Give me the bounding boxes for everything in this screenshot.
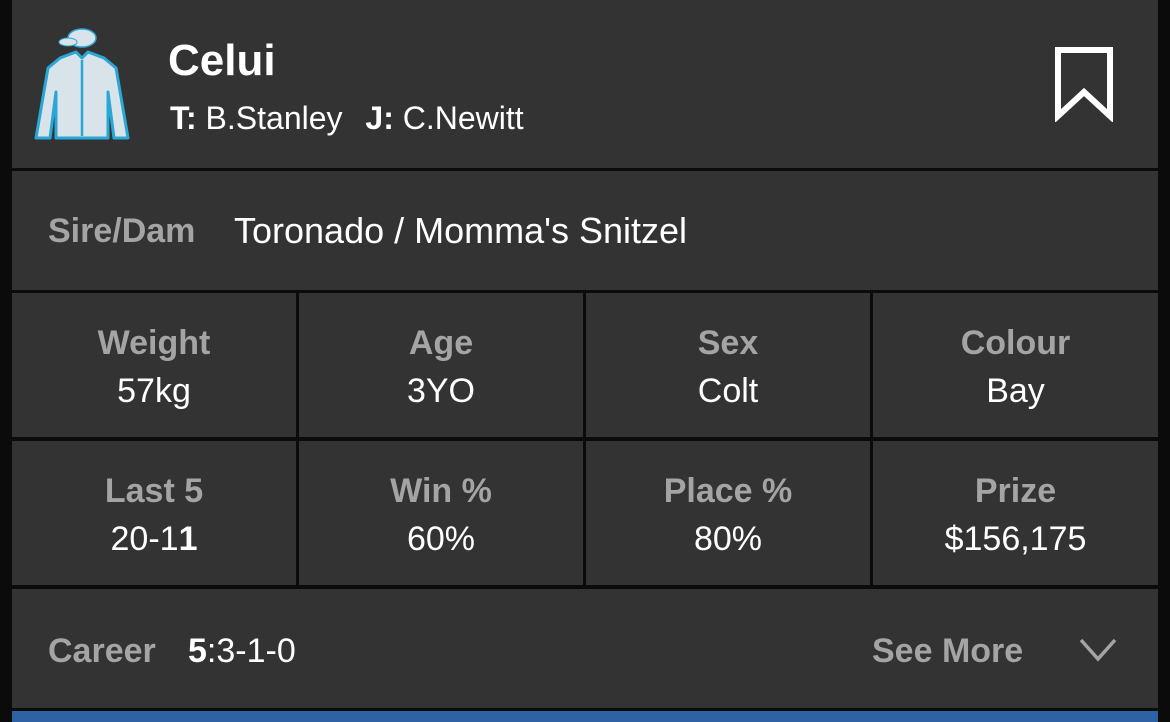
stat-value: 20-11 — [12, 519, 296, 559]
stat-label: Prize — [974, 472, 1057, 510]
connections: T: B.Stanley J: C.Newitt — [170, 98, 538, 138]
jockey-silks-icon — [34, 28, 130, 140]
stat-label: Colour — [960, 324, 1071, 362]
stat-age: Age 3YO — [299, 293, 583, 437]
stat-label: Place % — [663, 472, 793, 510]
career-placings: :3-1-0 — [206, 632, 296, 670]
stat-value: $156,175 — [944, 520, 1087, 558]
stat-value: 60% — [406, 520, 476, 558]
stat-prize: Prize $156,175 — [873, 441, 1158, 585]
stat-weight: Weight 57kg — [12, 293, 296, 437]
stat-value: 57kg — [117, 372, 191, 410]
horse-card: Celui T: B.Stanley J: C.Newitt Sire/Dam … — [12, 0, 1158, 722]
last-5-form: 20-1 — [110, 520, 179, 558]
last-5-latest: 1 — [178, 520, 198, 558]
accent-bar — [12, 711, 1158, 722]
stat-label: Win % — [390, 472, 492, 510]
career-starts: 5 — [188, 632, 207, 670]
stat-value: 3YO — [406, 372, 476, 410]
stat-win-percent: Win % 60% — [299, 441, 583, 585]
stat-place-percent: Place % 80% — [586, 441, 870, 585]
stat-label: Weight — [97, 324, 211, 362]
pedigree-value: Toronado / Momma's Snitzel — [234, 210, 688, 251]
stat-label: Sex — [697, 324, 759, 362]
stat-label: Age — [408, 324, 474, 362]
bookmark-icon[interactable] — [1052, 46, 1116, 122]
stat-colour: Colour Bay — [873, 293, 1158, 437]
stat-value: Colt — [697, 372, 759, 410]
pedigree-label: Sire/Dam — [48, 212, 196, 250]
stat-value: Bay — [986, 372, 1045, 410]
stat-value: 80% — [693, 520, 763, 558]
jockey-label: J: — [365, 100, 394, 136]
see-more-button[interactable]: See More — [872, 619, 1142, 683]
career-record: 5:3-1-0 — [188, 631, 296, 671]
trainer-name: B.Stanley — [205, 100, 343, 136]
see-more-label: See More — [872, 632, 1024, 670]
horse-name: Celui — [168, 36, 276, 85]
stat-sex: Sex Colt — [586, 293, 870, 437]
runner-header: Celui T: B.Stanley J: C.Newitt — [12, 0, 1158, 168]
pedigree-row: Sire/Dam Toronado / Momma's Snitzel — [12, 171, 1158, 290]
trainer-label: T: — [170, 100, 197, 136]
stat-last-5: Last 5 20-11 — [12, 441, 296, 585]
stat-label: Last 5 — [104, 472, 204, 510]
chevron-down-icon — [1079, 638, 1117, 662]
career-label: Career — [48, 632, 156, 670]
jockey-name: C.Newitt — [402, 100, 524, 136]
career-row: Career 5:3-1-0 See More — [12, 589, 1158, 708]
